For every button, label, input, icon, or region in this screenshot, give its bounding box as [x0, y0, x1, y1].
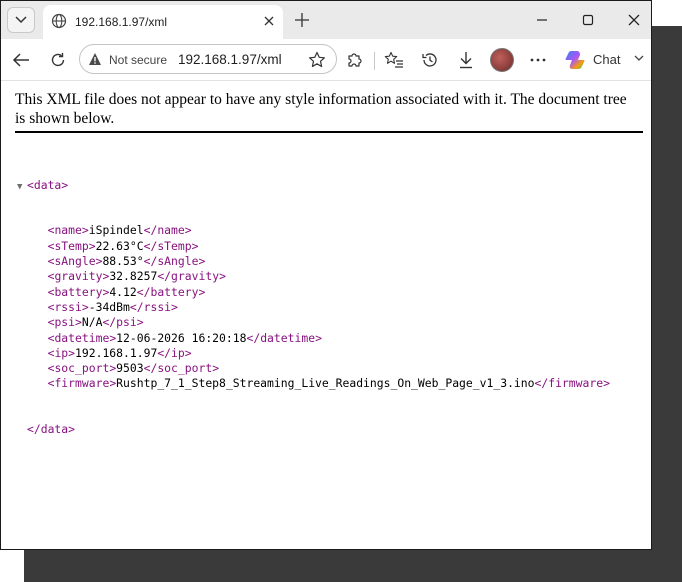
favorites-button[interactable] — [383, 49, 405, 71]
close-window-button[interactable] — [622, 9, 646, 31]
maximize-icon — [582, 14, 594, 26]
xml-open-tag: <sTemp> — [47, 238, 96, 253]
xml-element-ip: <ip>192.168.1.97</ip> — [17, 346, 610, 361]
extensions-button[interactable] — [343, 49, 365, 71]
xml-close-tag: </sTemp> — [143, 238, 199, 253]
notice-divider — [15, 131, 643, 133]
xml-close-tag: </gravity> — [157, 269, 226, 284]
tab-title: 192.168.1.97/xml — [75, 15, 168, 29]
xml-close-tag: </rssi> — [129, 299, 178, 314]
xml-open-tag: <battery> — [47, 284, 110, 299]
favorites-list-icon — [384, 51, 403, 68]
copilot-logo-icon — [564, 49, 586, 71]
refresh-icon — [51, 53, 65, 67]
tab-actions-button[interactable] — [7, 7, 35, 33]
xml-children: <name>iSpindel</name> <sTemp>22.63°C</sT… — [17, 223, 610, 391]
favorite-star-icon[interactable] — [308, 51, 326, 69]
warning-icon[interactable] — [88, 52, 102, 66]
chevron-down-icon[interactable] — [634, 55, 644, 62]
address-bar[interactable]: Not secure 192.168.1.97/xml — [79, 44, 337, 74]
close-tab-icon[interactable] — [259, 11, 279, 31]
new-tab-button[interactable] — [291, 9, 313, 31]
xml-close-tag: </sAngle> — [143, 254, 206, 269]
xml-open-tag: <psi> — [47, 315, 82, 330]
xml-value: Rushtp_7_1_Step8_Streaming_Live_Readings… — [116, 376, 535, 391]
xml-value: 192.168.1.97 — [75, 345, 158, 360]
xml-value: 22.63°C — [95, 238, 144, 253]
xml-close-tag: </firmware> — [534, 376, 610, 391]
xml-element-datetime: <datetime>12-06-2026 16:20:18</datetime> — [17, 331, 610, 346]
downloads-button[interactable] — [455, 49, 477, 71]
puzzle-icon — [348, 53, 362, 67]
xml-value: 4.12 — [109, 284, 137, 299]
xml-element-name: <name>iSpindel</name> — [17, 223, 610, 238]
back-button[interactable] — [10, 49, 32, 71]
xml-close-tag: </ip> — [157, 345, 192, 360]
navigation-toolbar: Not secure 192.168.1.97/xml Chat — [1, 39, 651, 81]
tab-strip: 192.168.1.97/xml — [1, 1, 651, 39]
xml-root-open[interactable]: ▼ <data> — [17, 178, 610, 193]
plus-icon — [295, 13, 309, 27]
url-text[interactable]: 192.168.1.97/xml — [178, 52, 282, 67]
xml-element-battery: <battery>4.12</battery> — [17, 285, 610, 300]
minimize-button[interactable] — [530, 9, 554, 31]
download-icon — [460, 52, 472, 69]
chevron-down-icon — [15, 16, 27, 24]
xml-element-rssi: <rssi>-34dBm</rssi> — [17, 300, 610, 315]
xml-element-soc_port: <soc_port>9503</soc_port> — [17, 361, 610, 376]
minimize-icon — [537, 19, 547, 21]
xml-element-gravity: <gravity>32.8257</gravity> — [17, 269, 610, 284]
toolbar-divider — [374, 52, 375, 70]
xml-value: N/A — [81, 315, 103, 330]
chat-label: Chat — [593, 52, 621, 67]
collapse-triangle-icon[interactable]: ▼ — [17, 180, 27, 195]
more-menu-button[interactable] — [527, 49, 549, 71]
browser-window: 192.168.1.97/xml Not secure 192.168.1.97… — [0, 0, 652, 550]
xml-value: -34dBm — [88, 299, 130, 314]
xml-open-tag: <gravity> — [47, 269, 110, 284]
style-notice: This XML file does not appear to have an… — [15, 91, 627, 127]
xml-close-tag: </name> — [143, 223, 192, 238]
security-label[interactable]: Not secure — [109, 53, 167, 67]
xml-close-tag: </datetime> — [246, 330, 322, 345]
history-icon — [422, 53, 437, 67]
xml-value: 12-06-2026 16:20:18 — [116, 330, 247, 345]
xml-value: 32.8257 — [109, 269, 158, 284]
xml-open-tag: <soc_port> — [47, 361, 117, 376]
xml-element-firmware: <firmware>Rushtp_7_1_Step8_Streaming_Liv… — [17, 376, 610, 391]
xml-element-psi: <psi>N/A</psi> — [17, 315, 610, 330]
xml-value: iSpindel — [88, 223, 144, 238]
xml-element-sTemp: <sTemp>22.63°C</sTemp> — [17, 239, 610, 254]
more-icon — [530, 58, 546, 62]
maximize-button[interactable] — [576, 9, 600, 31]
history-button[interactable] — [419, 49, 441, 71]
xml-open-tag: <datetime> — [47, 330, 117, 345]
close-icon — [628, 14, 640, 26]
xml-close-tag: </psi> — [102, 315, 144, 330]
xml-open-tag: <ip> — [47, 345, 76, 360]
profile-avatar[interactable] — [490, 48, 514, 72]
xml-open-tag: <sAngle> — [47, 254, 103, 269]
xml-tree: ▼ <data> <name>iSpindel</name> <sTemp>22.… — [17, 147, 610, 468]
arrow-left-icon — [12, 53, 29, 67]
xml-value: 88.53° — [102, 254, 144, 269]
xml-close-tag: </soc_port> — [143, 361, 220, 376]
browser-tab[interactable]: 192.168.1.97/xml — [43, 5, 283, 39]
xml-close-tag: </battery> — [136, 284, 206, 299]
xml-value: 9503 — [116, 361, 144, 376]
refresh-button[interactable] — [47, 49, 69, 71]
xml-open-tag: <rssi> — [47, 299, 89, 314]
xml-open-tag: <firmware> — [47, 376, 117, 391]
copilot-chat-button[interactable]: Chat — [562, 46, 648, 74]
xml-element-sAngle: <sAngle>88.53°</sAngle> — [17, 254, 610, 269]
xml-open-tag: <name> — [47, 223, 89, 238]
xml-root-close: </data> — [27, 422, 76, 437]
globe-icon — [51, 13, 67, 29]
